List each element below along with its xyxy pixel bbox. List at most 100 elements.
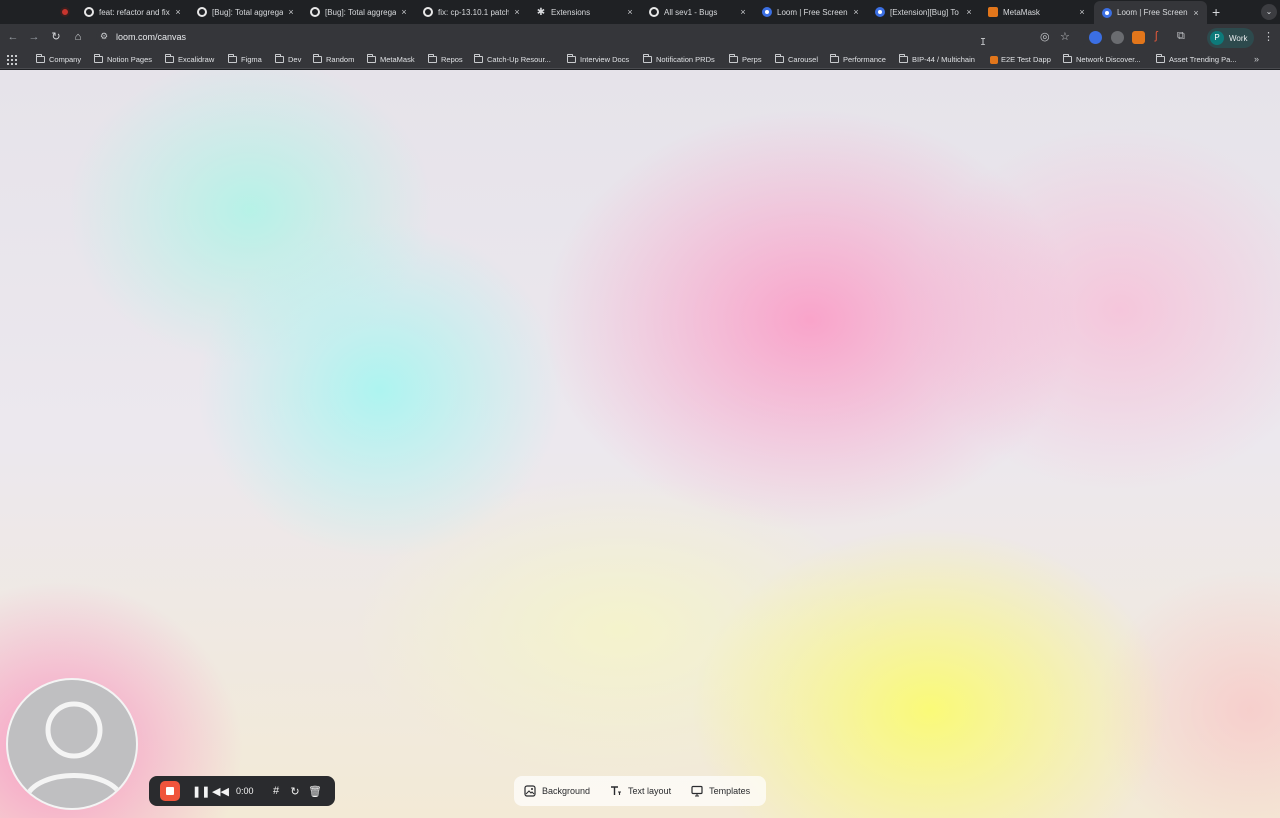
close-icon[interactable]: × xyxy=(1191,8,1201,18)
loom-icon xyxy=(1102,7,1112,18)
bookmark-folder[interactable]: Carousel xyxy=(775,54,819,64)
bookmark-folder[interactable]: Perps xyxy=(729,54,762,64)
rewind-icon[interactable]: ◀◀ xyxy=(212,785,229,798)
apps-grid-icon[interactable] xyxy=(7,55,17,65)
tab-recording[interactable] xyxy=(52,2,76,22)
close-icon[interactable]: × xyxy=(399,7,409,17)
bookmark-folder[interactable]: Catch-Up Resour... xyxy=(474,54,551,64)
bookmark-folder[interactable]: Random xyxy=(313,54,355,64)
folder-icon xyxy=(1156,54,1165,63)
stop-recording-button[interactable] xyxy=(160,781,180,801)
bookmark-folder[interactable]: Figma xyxy=(228,54,262,64)
folder-icon xyxy=(94,54,103,63)
back-icon[interactable]: ← xyxy=(6,30,20,44)
close-icon[interactable]: × xyxy=(738,7,748,17)
bookmark-folder[interactable]: Asset Trending Pa... xyxy=(1156,54,1237,64)
tab[interactable]: ✱ Extensions × xyxy=(528,2,641,22)
tab[interactable]: [Bug]: Total aggrega × xyxy=(189,2,302,22)
tab[interactable]: [Bug]: Total aggrega × xyxy=(302,2,415,22)
grid-icon[interactable]: # xyxy=(270,785,282,797)
bookmark-folder[interactable]: Notion Pages xyxy=(94,54,152,64)
close-icon[interactable]: × xyxy=(851,7,861,17)
bookmark-label: MetaMask xyxy=(380,55,415,64)
bookmark-link[interactable]: E2E Test Dapp xyxy=(990,55,1051,64)
bookmark-label: Random xyxy=(326,55,355,64)
restart-icon[interactable]: ↻ xyxy=(289,785,301,798)
close-icon[interactable]: × xyxy=(173,7,183,17)
templates-button[interactable]: Templates xyxy=(691,785,750,797)
bookmark-label: Notification PRDs xyxy=(656,55,715,64)
webcam-bubble[interactable] xyxy=(6,678,138,810)
folder-icon xyxy=(567,54,576,63)
loom-icon xyxy=(875,7,885,17)
loom-canvas[interactable] xyxy=(0,70,1280,818)
close-icon[interactable]: × xyxy=(286,7,296,17)
tab[interactable]: MetaMask × xyxy=(980,2,1093,22)
folder-icon xyxy=(367,54,376,63)
bookmark-label: Asset Trending Pa... xyxy=(1169,55,1237,64)
j-extension-icon[interactable]: ʃ xyxy=(1155,30,1157,42)
tab-title: feat: refactor and fix xyxy=(99,7,170,17)
bookmark-folder[interactable]: Notification PRDs xyxy=(643,54,715,64)
close-icon[interactable]: × xyxy=(1077,7,1087,17)
bookmark-folder[interactable]: Network Discover... xyxy=(1063,54,1141,64)
forward-icon[interactable]: → xyxy=(27,30,41,44)
bookmark-folder[interactable]: Company xyxy=(36,54,81,64)
bookmark-folder[interactable]: BIP-44 / Multichain xyxy=(899,54,975,64)
close-icon[interactable]: × xyxy=(625,7,635,17)
tab-search-button[interactable]: ⌄ xyxy=(1261,4,1277,20)
tab[interactable]: feat: refactor and fix × xyxy=(76,2,189,22)
loom-extension-icon[interactable] xyxy=(1089,31,1102,44)
tab-active[interactable]: Loom | Free Screen × xyxy=(1094,1,1207,24)
tab[interactable]: [Extension][Bug] To × xyxy=(867,2,980,22)
tab[interactable]: fix: cp-13.10.1 patch × xyxy=(415,2,528,22)
metamask-icon xyxy=(988,7,998,17)
text-layout-icon xyxy=(611,786,622,795)
bookmark-folder[interactable]: MetaMask xyxy=(367,54,415,64)
folder-icon xyxy=(474,54,483,63)
site-info-icon[interactable]: ⚙ xyxy=(100,31,108,42)
star-icon[interactable]: ☆ xyxy=(1060,30,1070,43)
bookmarks-overflow-button[interactable]: » xyxy=(1254,54,1259,64)
templates-label: Templates xyxy=(709,786,751,796)
metamask-extension-icon[interactable] xyxy=(1132,31,1145,44)
eye-off-icon[interactable]: ◎ xyxy=(1040,30,1050,43)
tab[interactable]: Loom | Free Screen × xyxy=(754,2,867,22)
menu-icon[interactable]: ⋮ xyxy=(1263,30,1274,43)
github-icon xyxy=(310,7,320,17)
profile-label: Work xyxy=(1229,33,1248,43)
tab-title: fix: cp-13.10.1 patch xyxy=(438,7,509,17)
browser-toolbar: ← → ↻ ⌂ ⚙ loom.com/canvas ◎ ☆ ʃ ⧉ P Work… xyxy=(0,24,1280,52)
bookmarks-bar: Company Notion Pages Excalidraw Figma De… xyxy=(0,52,1280,69)
bookmark-folder[interactable]: Excalidraw xyxy=(165,54,214,64)
bookmark-folder[interactable]: Dev xyxy=(275,54,301,64)
text-layout-label: Text layout xyxy=(628,786,672,796)
close-icon[interactable]: × xyxy=(964,7,974,17)
text-layout-button[interactable]: Text layout xyxy=(610,785,671,797)
new-tab-button[interactable]: + xyxy=(1212,4,1220,20)
reload-icon[interactable]: ↻ xyxy=(49,30,63,44)
bookmark-label: Repos xyxy=(441,55,463,64)
folder-icon xyxy=(228,54,237,63)
bookmark-label: Carousel xyxy=(788,55,819,64)
address-bar[interactable]: ⚙ loom.com/canvas xyxy=(96,27,1086,49)
folder-icon xyxy=(313,54,322,63)
background-button[interactable]: Background xyxy=(524,785,590,797)
bookmark-label: E2E Test Dapp xyxy=(1001,55,1051,64)
tab[interactable]: All sev1 - Bugs × xyxy=(641,2,754,22)
bookmark-label: Figma xyxy=(241,55,262,64)
tab-strip: feat: refactor and fix × [Bug]: Total ag… xyxy=(0,0,1280,24)
close-icon[interactable]: × xyxy=(512,7,522,17)
bookmark-folder[interactable]: Interview Docs xyxy=(567,54,629,64)
trash-icon[interactable]: 🗑 xyxy=(308,785,322,798)
extension-icon[interactable] xyxy=(1111,31,1124,44)
extensions-puzzle-icon[interactable]: ⧉ xyxy=(1177,30,1185,43)
pause-icon[interactable]: ❚❚ xyxy=(192,785,210,798)
home-icon[interactable]: ⌂ xyxy=(71,30,85,44)
folder-icon xyxy=(275,54,284,63)
bookmark-folder[interactable]: Performance xyxy=(830,54,886,64)
tab-title: All sev1 - Bugs xyxy=(664,7,718,17)
bookmark-folder[interactable]: Repos xyxy=(428,54,463,64)
profile-button[interactable]: P Work xyxy=(1207,28,1254,48)
bookmark-label: Performance xyxy=(843,55,886,64)
